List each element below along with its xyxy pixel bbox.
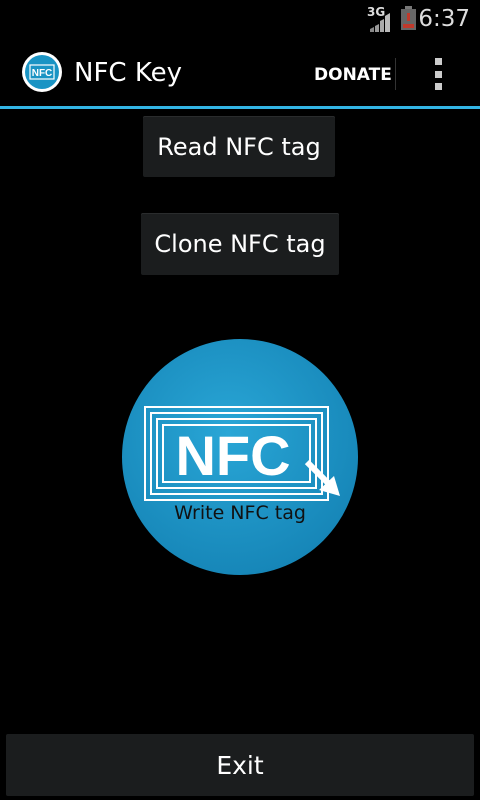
status-bar: 3G 6:37: [0, 0, 480, 38]
signal-strength-icon: [370, 13, 390, 32]
exit-button[interactable]: Exit: [6, 734, 474, 796]
app-logo-icon[interactable]: NFC: [21, 51, 63, 93]
nfc-logo-text: NFC: [175, 424, 290, 487]
battery-icon: [401, 6, 416, 30]
nfc-logo-icon: NFC: [122, 339, 358, 575]
clock: 6:37: [418, 6, 470, 32]
overflow-menu-icon[interactable]: [432, 58, 444, 90]
write-nfc-tag-label: Write NFC tag: [174, 502, 306, 524]
read-nfc-tag-button[interactable]: Read NFC tag: [143, 116, 335, 177]
screen: 3G 6:37 NFC NFC Key DONATE Read NFC tag …: [0, 0, 480, 800]
action-bar: NFC NFC Key DONATE: [0, 38, 480, 106]
clone-nfc-tag-button[interactable]: Clone NFC tag: [141, 213, 339, 275]
app-icon-text: NFC: [32, 68, 53, 79]
write-nfc-tag-button[interactable]: NFC Write NFC tag: [121, 338, 359, 576]
donate-button[interactable]: DONATE: [314, 65, 392, 85]
app-title: NFC Key: [74, 58, 182, 88]
action-bar-accent-line: [0, 106, 480, 109]
action-bar-divider: [395, 58, 396, 90]
